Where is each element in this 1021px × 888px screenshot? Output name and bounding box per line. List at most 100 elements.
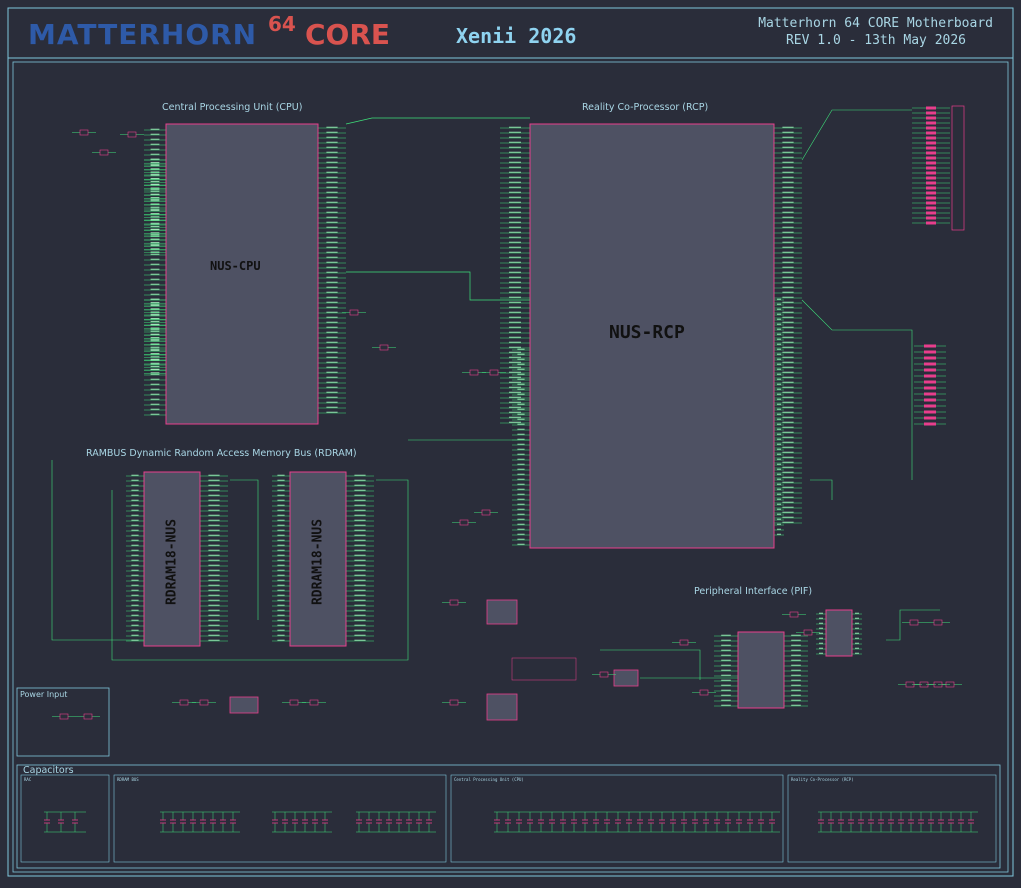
net-label-flag xyxy=(924,362,936,366)
rdram-1-chip-label: RDRAM18-NUS xyxy=(164,518,180,606)
passive-component xyxy=(679,639,689,646)
net-label-flag xyxy=(926,201,936,205)
passive-component xyxy=(699,689,709,696)
logo-superscript: 64 xyxy=(268,12,296,36)
pif-aux-chip-body xyxy=(825,609,853,657)
cap-group-rdram-title: RDRAM BUS xyxy=(117,777,139,782)
revision-label: REV 1.0 - 13th May 2026 xyxy=(785,33,966,48)
net-label-flag xyxy=(926,131,936,135)
cpu-section-title: Central Processing Unit (CPU) xyxy=(162,102,303,113)
passive-component xyxy=(449,699,459,706)
connector-j1 xyxy=(951,105,965,231)
net-label-flag xyxy=(926,161,936,165)
net-label-flag xyxy=(926,151,936,155)
net-label-flag xyxy=(926,156,936,160)
bus-wire xyxy=(230,479,259,620)
passive-component xyxy=(127,131,137,138)
reset-ic xyxy=(613,669,639,687)
passive-component xyxy=(909,619,919,626)
net-label-flag xyxy=(924,410,936,414)
rdram-section-title: RAMBUS Dynamic Random Access Memory Bus … xyxy=(86,448,357,459)
cap-group-cpu-title: Central Processing Unit (CPU) xyxy=(454,777,524,782)
net-label-flag xyxy=(926,126,936,130)
bus-wire xyxy=(346,271,530,301)
board-title: Matterhorn 64 CORE Motherboard xyxy=(758,16,993,31)
passive-component xyxy=(489,369,499,376)
rdram-2-chip-label: RDRAM18-NUS xyxy=(310,518,326,606)
net-label-flag xyxy=(924,374,936,378)
net-label-flag xyxy=(924,422,936,426)
bus-wire xyxy=(345,117,530,125)
cap-group-cpu xyxy=(450,774,784,863)
passive-component xyxy=(309,699,319,706)
net-label-flag xyxy=(926,186,936,190)
passive-component xyxy=(79,129,89,136)
net-label-flag xyxy=(926,166,936,170)
schematic-drawing xyxy=(7,7,1014,877)
net-label-flag xyxy=(924,344,936,348)
regulator-1 xyxy=(486,599,518,625)
net-label-flag xyxy=(924,404,936,408)
passive-component xyxy=(449,599,459,606)
net-label-flag xyxy=(924,356,936,360)
rcp-chip-label: NUS-RCP xyxy=(609,322,685,343)
net-label-flag xyxy=(924,368,936,372)
pif-chip-body xyxy=(737,631,785,709)
bus-wire xyxy=(801,109,912,161)
net-label-flag xyxy=(924,398,936,402)
net-label-flag xyxy=(926,191,936,195)
passive-component xyxy=(99,149,109,156)
bus-wire xyxy=(51,460,144,641)
logo-suffix: CORE xyxy=(305,18,391,51)
passive-component xyxy=(379,344,389,351)
net-label-flag xyxy=(924,350,936,354)
net-label-flag xyxy=(924,386,936,390)
regulator-3 xyxy=(229,696,259,714)
passive-component xyxy=(803,629,813,636)
net-label-flag xyxy=(926,211,936,215)
passive-component xyxy=(599,671,609,678)
net-label-flag xyxy=(926,206,936,210)
regulator-2 xyxy=(486,693,518,721)
logo-text: MATTERHORN xyxy=(28,18,258,51)
author-label: Xenii 2026 xyxy=(456,24,577,48)
net-label-flag xyxy=(924,416,936,420)
net-label-flag xyxy=(924,380,936,384)
passive-component xyxy=(349,309,359,316)
passive-component xyxy=(469,369,479,376)
passive-component xyxy=(789,611,799,618)
bus-wire xyxy=(810,479,833,500)
cap-group-rcp-title: Reality Co-Processor (RCP) xyxy=(791,777,854,782)
passive-component xyxy=(179,699,189,706)
capacitors-section-title: Capacitors xyxy=(23,765,74,776)
cap-group-rcp xyxy=(787,774,997,863)
passive-component xyxy=(199,699,209,706)
net-label-flag xyxy=(926,141,936,145)
cpu-chip-body xyxy=(165,123,319,425)
power-section-title: Power Input xyxy=(20,690,68,699)
net-label-flag xyxy=(926,146,936,150)
net-label-flag xyxy=(926,136,936,140)
rcp-section-title: Reality Co-Processor (RCP) xyxy=(582,102,709,113)
net-label-flag xyxy=(926,176,936,180)
passive-component xyxy=(289,699,299,706)
passive-component xyxy=(83,713,93,720)
cap-group-rdram xyxy=(113,774,447,863)
net-label-flag xyxy=(926,171,936,175)
net-label-flag xyxy=(926,216,936,220)
net-label-flag xyxy=(926,106,936,110)
net-label-flag xyxy=(926,116,936,120)
cpu-chip-label: NUS-CPU xyxy=(210,259,261,273)
pif-section-title: Peripheral Interface (PIF) xyxy=(694,586,813,597)
net-label-flag xyxy=(924,392,936,396)
passive-component xyxy=(933,619,943,626)
net-label-flag xyxy=(926,196,936,200)
net-label-flag xyxy=(926,221,936,225)
net-label-flag xyxy=(926,181,936,185)
bus-wire xyxy=(801,299,913,480)
passive-component xyxy=(481,509,491,516)
note-box xyxy=(511,657,577,681)
net-label-flag xyxy=(926,121,936,125)
inner-frame xyxy=(12,61,1009,873)
schematic-sheet: MATTERHORN 64 CORE Xenii 2026 Matterhorn… xyxy=(0,0,1021,884)
